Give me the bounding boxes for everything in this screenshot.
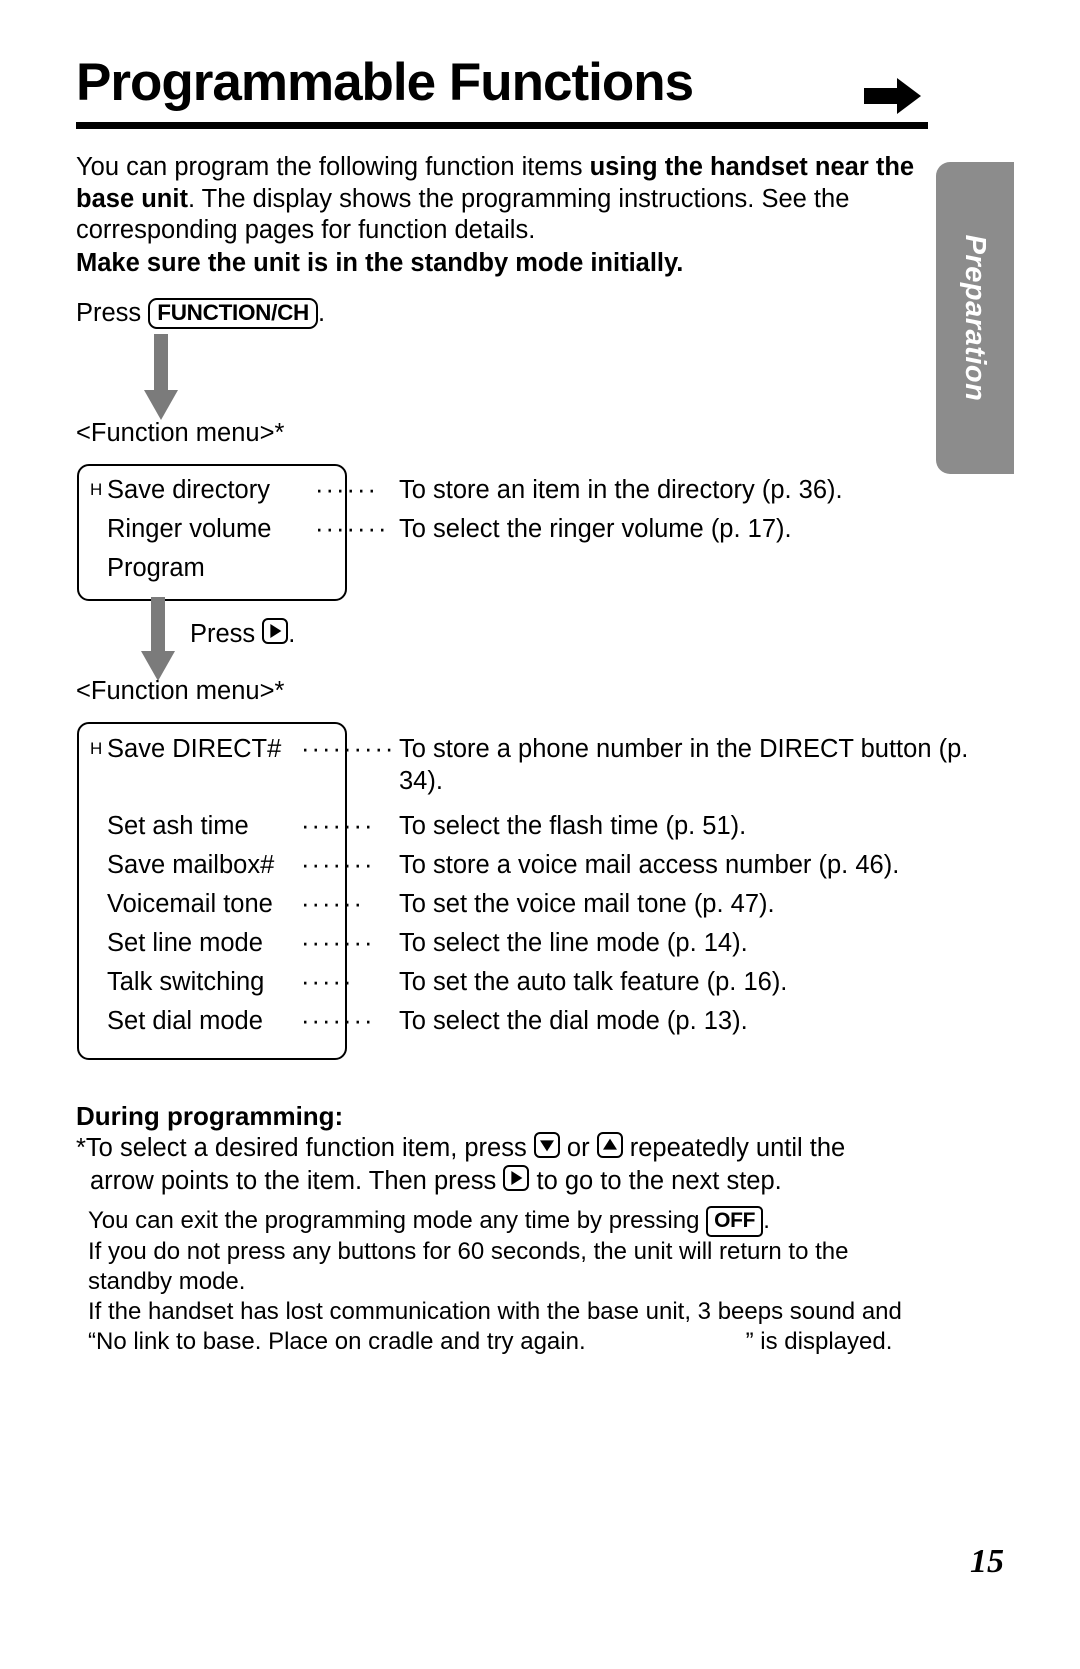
intro-text-b: . The display shows the programming inst… — [76, 184, 850, 245]
note-text-e: to go to the next step. — [529, 1167, 782, 1195]
menu-item-name: Save DIRECT# — [107, 735, 282, 763]
leader-dots: ····· — [301, 968, 354, 996]
menu-item-description: To select the ringer volume (p. 17). — [399, 515, 792, 543]
menu-item-name: Program — [107, 554, 205, 582]
manual-page: Preparation Programmable Functions You c… — [0, 0, 1080, 1669]
page-header: Programmable Functions — [76, 52, 928, 114]
exit-note-a: You can exit the programming mode any ti… — [88, 1207, 707, 1234]
note-text-d: arrow points to the item. Then press — [90, 1167, 504, 1195]
flow-down-arrow-icon — [144, 334, 178, 420]
note-text-a: *To select a desired function item, pres… — [76, 1134, 534, 1162]
intro-text-a: You can program the following function i… — [76, 153, 590, 181]
menu1-row-1: Ringer volume ······· To select the ring… — [90, 513, 792, 545]
menu2-row-3: Voicemail tone ······ To set the voice m… — [90, 888, 775, 920]
function-menu-2-label: <Function menu>* — [76, 677, 285, 705]
press-period: . — [288, 620, 296, 648]
menu2-row-0: H Save DIRECT# ········· To store a phon… — [90, 733, 999, 797]
menu-item-name: Voicemail tone — [107, 890, 273, 918]
menu-item-name: Set line mode — [107, 929, 263, 957]
press-period: . — [317, 299, 326, 327]
menu-item-name: Set ash time — [107, 812, 249, 840]
function-ch-key: FUNCTION/CH — [148, 298, 318, 329]
menu-item-description: To store a phone number in the DIRECT bu… — [399, 735, 969, 795]
flow-down-arrow-icon — [141, 597, 175, 681]
press-function-ch-line: Press FUNCTION/CH. — [76, 297, 325, 329]
exit-note-b: . — [763, 1207, 770, 1234]
press-label: Press — [76, 299, 149, 327]
menu1-row-0: H Save directory ······ To store an item… — [90, 474, 843, 506]
leader-dots: ······· — [315, 515, 389, 543]
select-function-note-line2: arrow points to the item. Then press to … — [76, 1165, 916, 1198]
menu2-row-6: Set dial mode ······· To select the dial… — [90, 1005, 748, 1037]
menu-item-description: To store an item in the directory (p. 36… — [399, 476, 843, 504]
select-function-note: *To select a desired function item, pres… — [76, 1132, 916, 1198]
menu-cursor-icon: H — [90, 480, 103, 499]
menu-item-name: Set dial mode — [107, 1007, 263, 1035]
page-title: Programmable Functions — [76, 53, 694, 112]
note-text-c: repeatedly until the — [622, 1134, 846, 1162]
menu-item-description: To store a voice mail access number (p. … — [399, 851, 900, 879]
menu-item-description: To select the dial mode (p. 13). — [399, 1007, 748, 1035]
menu-item-description: To select the flash time (p. 51). — [399, 812, 747, 840]
leader-dots: ········· — [301, 735, 396, 763]
leader-dots: ······· — [301, 851, 375, 879]
down-triangle-icon — [533, 1132, 560, 1158]
up-triangle-icon — [596, 1132, 623, 1158]
menu-cursor-icon: H — [90, 739, 103, 758]
no-link-note-b: ” is displayed. — [745, 1328, 893, 1355]
header-rule — [76, 122, 928, 129]
page-number: 15 — [970, 1543, 1004, 1580]
leader-dots: ······ — [315, 476, 378, 504]
menu-item-name: Save directory — [107, 476, 270, 504]
timeout-note: If you do not press any buttons for 60 s… — [88, 1238, 849, 1295]
menu1-row-2: Program — [90, 552, 315, 584]
right-triangle-icon — [262, 618, 289, 644]
menu-item-description: To select the line mode (p. 14). — [399, 929, 748, 957]
right-triangle-icon — [503, 1165, 530, 1191]
menu2-row-4: Set line mode ······· To select the line… — [90, 927, 748, 959]
section-tab-label: Preparation — [959, 234, 991, 402]
tail-notes: You can exit the programming mode any ti… — [88, 1206, 938, 1357]
leader-dots: ······· — [301, 812, 375, 840]
menu-item-description: To set the auto talk feature (p. 16). — [399, 968, 788, 996]
menu-item-name: Talk switching — [107, 968, 265, 996]
menu-item-name: Ringer volume — [107, 515, 272, 543]
menu2-row-1: Set ash time ······· To select the flash… — [90, 810, 746, 842]
leader-dots: ······· — [301, 929, 375, 957]
menu-item-description: To set the voice mail tone (p. 47). — [399, 890, 775, 918]
section-tab-preparation: Preparation — [936, 162, 1014, 474]
menu2-row-2: Save mailbox# ······· To store a voice m… — [90, 849, 899, 881]
menu-item-name: Save mailbox# — [107, 851, 275, 879]
standby-mode-note: Make sure the unit is in the standby mod… — [76, 248, 684, 277]
intro-paragraph: You can program the following function i… — [76, 152, 921, 279]
no-link-note: If the handset has lost communication wi… — [88, 1297, 938, 1357]
right-arrow-icon — [864, 76, 922, 116]
during-programming-heading: During programming: — [76, 1101, 344, 1131]
leader-dots: ······· — [301, 1007, 375, 1035]
note-text-b: or — [559, 1134, 597, 1162]
function-menu-1-label: <Function menu>* — [76, 419, 285, 447]
exit-note: You can exit the programming mode any ti… — [88, 1206, 938, 1237]
leader-dots: ······ — [301, 890, 364, 918]
press-right-key-line: Press . — [190, 618, 295, 650]
menu2-row-5: Talk switching ····· To set the auto tal… — [90, 966, 787, 998]
off-key: OFF — [706, 1206, 764, 1237]
press-label: Press — [190, 620, 263, 648]
